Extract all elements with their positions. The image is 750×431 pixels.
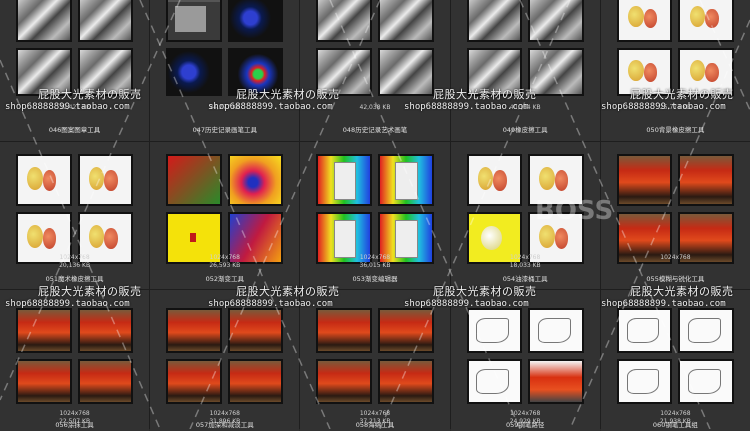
watermark-text: 屁股大光素材の販売 (236, 285, 340, 298)
watermark-url: shop68888899.taobao.com (601, 102, 726, 112)
watermark-url: shop68888899.taobao.com (208, 102, 333, 112)
file-grid: 39,421 KB 046图案图章工具 24,277 KB 047历史记录画笔工… (0, 0, 750, 431)
file-item[interactable]: 42,038 KB 048历史记录艺术画笔 (300, 0, 450, 141)
watermark-text: 屁股大光素材の販売 (236, 88, 340, 101)
file-item[interactable]: 1024x768 26,593 KB 052渐变工具 (150, 142, 300, 289)
watermark-text: 屁股大光素材の販売 (433, 88, 537, 101)
file-resolution: 1024x768 (510, 410, 541, 417)
file-resolution: 1024x768 (59, 410, 90, 417)
file-title: 052渐变工具 (205, 275, 244, 283)
file-title: 050背景橡皮擦工具 (646, 126, 705, 134)
watermark-url: shop68888899.taobao.com (5, 299, 130, 309)
file-size: 36,015 KB (359, 262, 391, 269)
file-title: 046图案图章工具 (48, 126, 101, 134)
file-title: 054油漆桶工具 (502, 275, 548, 283)
file-title: 056涂抹工具 (55, 421, 94, 429)
file-title: 048历史记录艺术画笔 (342, 126, 408, 134)
boss-logo: BOSS (535, 196, 614, 226)
file-resolution: 1024x768 (209, 410, 240, 417)
file-title: 060钢笔工具组 (652, 421, 698, 429)
file-item[interactable]: 24,277 KB 047历史记录画笔工具 (150, 0, 300, 141)
watermark-url: shop68888899.taobao.com (404, 102, 529, 112)
file-resolution: 1024x768 (359, 410, 391, 417)
file-title: 058海绵工具 (355, 421, 395, 429)
watermark-url: shop68888899.taobao.com (208, 299, 333, 309)
file-title: 047历史记录画笔工具 (192, 126, 257, 134)
file-resolution: 1024x768 (660, 254, 691, 261)
file-item[interactable]: 1024x768 24,929 KB 059钢笔路径 (450, 290, 600, 431)
file-size: 26,593 KB (209, 262, 241, 269)
file-title: 053渐变编辑器 (352, 275, 398, 283)
file-item[interactable]: 25,774 KB 050背景橡皮擦工具 (600, 0, 750, 141)
file-item[interactable]: 1024x768 21,938 KB 060钢笔工具组 (600, 290, 750, 431)
file-title: 055模糊与锐化工具 (646, 275, 705, 283)
watermark-text: 屁股大光素材の販売 (38, 285, 142, 298)
file-item[interactable]: 1024x768 36,015 KB 053渐变编辑器 (300, 142, 450, 289)
file-size: 18,033 KB (509, 262, 541, 269)
file-item[interactable]: 1024x768 31,896 KB 057加深和减淡工具 (150, 290, 300, 431)
file-item[interactable]: 1024x768 20,136 KB 051魔术橡皮擦工具 (0, 142, 150, 289)
file-item[interactable]: 1024x768 37,213 KB 058海绵工具 (300, 290, 450, 431)
file-item[interactable]: 40,364 KB 049橡皮擦工具 (450, 0, 600, 141)
file-item[interactable]: 1024x768 22,507 KB 056涂抹工具 (0, 290, 150, 431)
watermark-url: shop68888899.taobao.com (404, 299, 529, 309)
watermark-text: 屁股大光素材の販売 (38, 88, 142, 101)
file-resolution: 1024x768 (359, 254, 391, 261)
watermark-url: shop68888899.taobao.com (5, 102, 130, 112)
file-item[interactable]: 39,421 KB 046图案图章工具 (0, 0, 150, 141)
file-resolution: 1024x768 (660, 410, 691, 417)
file-title: 059钢笔路径 (505, 421, 545, 429)
file-size: 20,136 KB (59, 262, 91, 269)
watermark-url: shop68888899.taobao.com (601, 299, 726, 309)
file-resolution: 1024x768 (510, 254, 541, 261)
watermark-text: 屁股大光素材の販売 (433, 285, 537, 298)
file-resolution: 1024x768 (209, 254, 240, 261)
file-resolution: 1024x768 (59, 254, 90, 261)
watermark-text: 屁股大光素材の販売 (630, 285, 734, 298)
file-title: 051魔术橡皮擦工具 (45, 275, 104, 283)
file-title: 049橡皮擦工具 (502, 126, 548, 134)
watermark-text: 屁股大光素材の販売 (630, 88, 734, 101)
file-title: 057加深和减淡工具 (195, 421, 254, 429)
